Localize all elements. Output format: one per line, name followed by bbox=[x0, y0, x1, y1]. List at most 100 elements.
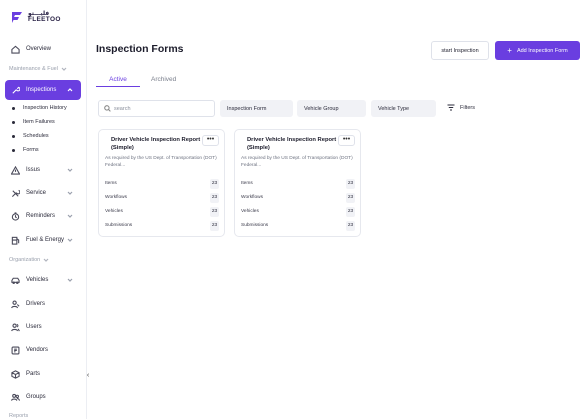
card-description: As required by the US Dept. of Transport… bbox=[105, 156, 217, 168]
tab-active[interactable]: Active bbox=[96, 76, 140, 87]
chevron-up-icon bbox=[67, 87, 73, 93]
search-input[interactable] bbox=[114, 105, 204, 112]
start-inspection-button[interactable]: start Inspection bbox=[431, 41, 489, 60]
brand-name: FLEETOO bbox=[28, 15, 61, 23]
sidebar-item-vehicles[interactable]: Vehicles bbox=[5, 270, 81, 290]
sidebar-item-inspections[interactable]: Inspections bbox=[5, 80, 81, 100]
fleetoo-logo-icon bbox=[12, 12, 22, 23]
stat-value: 23 bbox=[210, 207, 219, 217]
sidebar-section-label: Organization bbox=[9, 257, 41, 263]
sidebar-item-overview[interactable]: Overview bbox=[5, 39, 81, 59]
sidebar-subitem-item-failures[interactable]: Item Failures bbox=[12, 119, 55, 125]
sidebar-item-fuel-energy[interactable]: Fuel & Energy bbox=[5, 230, 81, 250]
sidebar-item-users[interactable]: Users bbox=[5, 317, 81, 337]
bullet-icon bbox=[12, 134, 15, 138]
sidebar-section-label: Reports bbox=[9, 413, 29, 419]
stat-label: Workflows bbox=[105, 195, 128, 200]
page-title: Inspection Forms bbox=[96, 43, 184, 55]
chevron-down-icon bbox=[67, 213, 73, 219]
sidebar-subitem-inspection-history[interactable]: Inspection History bbox=[12, 105, 67, 111]
sidebar-item-drivers[interactable]: Drivers bbox=[5, 294, 81, 314]
more-options-button[interactable]: ••• bbox=[202, 135, 219, 146]
chevron-down-icon bbox=[43, 257, 49, 263]
sidebar-subitem-forms[interactable]: Forms bbox=[12, 147, 39, 153]
stat-value: 23 bbox=[210, 221, 219, 231]
filter-lines-icon bbox=[447, 104, 455, 111]
stat-value: 23 bbox=[210, 193, 219, 203]
card-stat-vehicles: Vehicles 23 bbox=[105, 207, 220, 217]
sidebar-item-label: Drivers bbox=[26, 301, 45, 307]
stat-value: 23 bbox=[210, 179, 219, 189]
sidebar-item-label: Reminders bbox=[26, 213, 56, 219]
chevron-down-icon bbox=[67, 237, 73, 243]
collapse-sidebar-button[interactable]: ‹ bbox=[84, 372, 92, 380]
filter-inspection-form[interactable]: Inspection Form bbox=[220, 100, 293, 117]
filter-vehicle-type[interactable]: Vehicle Type bbox=[371, 100, 436, 117]
search-box[interactable] bbox=[98, 100, 215, 117]
stat-value: 23 bbox=[346, 193, 355, 203]
sidebar-item-vendors[interactable]: Vendors bbox=[5, 340, 81, 360]
more-options-button[interactable]: ••• bbox=[338, 135, 355, 146]
stat-label: Items bbox=[241, 181, 253, 186]
tools-icon bbox=[10, 188, 20, 198]
card-title: Driver Vehicle Inspection Report (Simple… bbox=[111, 137, 201, 151]
sidebar-item-service[interactable]: Service bbox=[5, 183, 81, 203]
stat-value: 23 bbox=[346, 207, 355, 217]
stat-label: Submissions bbox=[241, 223, 269, 228]
bullet-icon bbox=[12, 148, 15, 152]
filters-label: Filters bbox=[460, 104, 475, 111]
sidebar-section-maintenance[interactable]: Maintenance & Fuel bbox=[9, 66, 79, 72]
sidebar-item-label: Parts bbox=[26, 371, 41, 377]
sidebar-item-label: Vendors bbox=[26, 347, 49, 353]
bullet-icon bbox=[12, 120, 15, 124]
card-stat-vehicles: Vehicles 23 bbox=[241, 207, 356, 217]
brand-logo[interactable]: فليـــتو FLEETOO bbox=[10, 10, 61, 24]
sidebar-item-label: Fuel & Energy bbox=[26, 237, 65, 243]
sidebar: فليـــتو FLEETOO Overview Maintenance & … bbox=[0, 0, 87, 419]
search-icon bbox=[104, 105, 111, 112]
card-stat-submissions: Submissions 23 bbox=[105, 221, 220, 231]
card-stat-items: Items 23 bbox=[105, 179, 220, 189]
card-description: As required by the US Dept. of Transport… bbox=[241, 156, 353, 168]
chevron-down-icon bbox=[67, 167, 73, 173]
card-stat-workflows: Workflows 23 bbox=[241, 193, 356, 203]
stat-value: 23 bbox=[346, 221, 355, 231]
sidebar-item-reminders[interactable]: Reminders bbox=[5, 206, 81, 226]
groups-icon bbox=[10, 392, 20, 402]
sidebar-item-groups[interactable]: Groups bbox=[5, 387, 81, 407]
car-icon bbox=[10, 275, 20, 285]
sidebar-section-reports[interactable]: Reports bbox=[9, 413, 79, 419]
card-stat-workflows: Workflows 23 bbox=[105, 193, 220, 203]
filters-button[interactable]: Filters bbox=[447, 104, 475, 111]
sidebar-item-issus[interactable]: Issus bbox=[5, 160, 81, 180]
stat-label: Vehicles bbox=[241, 209, 259, 214]
sidebar-section-organization[interactable]: Organization bbox=[9, 257, 79, 263]
card-stat-submissions: Submissions 23 bbox=[241, 221, 356, 231]
inspection-form-card[interactable]: Driver Vehicle Inspection Report (Simple… bbox=[98, 129, 225, 237]
sidebar-subitem-label: Item Failures bbox=[23, 119, 55, 125]
warning-icon bbox=[10, 165, 20, 175]
sidebar-item-label: Inspections bbox=[26, 87, 57, 93]
bullet-icon bbox=[12, 106, 15, 110]
sidebar-section-label: Maintenance & Fuel bbox=[9, 66, 58, 72]
add-inspection-form-button[interactable]: + Add Inspection Form bbox=[495, 41, 580, 60]
filter-vehicle-group[interactable]: Vehicle Group bbox=[297, 100, 366, 117]
sidebar-item-label: Users bbox=[26, 324, 42, 330]
vendor-icon bbox=[10, 345, 20, 355]
sidebar-item-parts[interactable]: Parts bbox=[5, 364, 81, 384]
stat-label: Vehicles bbox=[105, 209, 123, 214]
sidebar-subitem-schedules[interactable]: Schedules bbox=[12, 133, 49, 139]
sidebar-item-label: Issus bbox=[26, 167, 41, 173]
tab-archived[interactable]: Archived bbox=[151, 76, 176, 83]
inspection-form-card[interactable]: Driver Vehicle Inspection Report (Simple… bbox=[234, 129, 361, 237]
chevron-down-icon bbox=[61, 66, 67, 72]
stat-label: Items bbox=[105, 181, 117, 186]
add-inspection-form-label: Add Inspection Form bbox=[516, 47, 568, 54]
users-icon bbox=[10, 322, 20, 332]
sidebar-item-label: Vehicles bbox=[26, 277, 49, 283]
sidebar-item-label: Service bbox=[26, 190, 47, 196]
stat-value: 23 bbox=[346, 179, 355, 189]
fuel-icon bbox=[10, 235, 20, 245]
parts-icon bbox=[10, 369, 20, 379]
chevron-down-icon bbox=[67, 190, 73, 196]
